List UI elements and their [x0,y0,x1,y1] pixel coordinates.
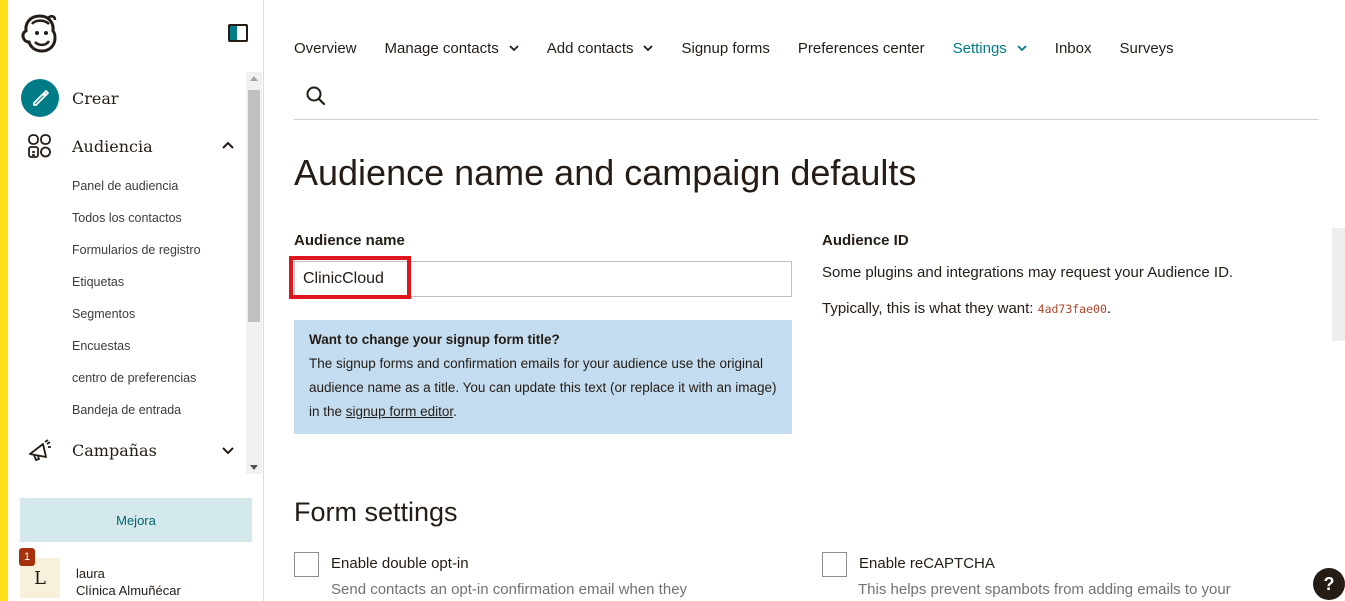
scroll-up-icon[interactable] [250,76,258,81]
audience-tabs: Overview Manage contacts Add contacts Si… [294,38,1202,58]
double-optin-label[interactable]: Enable double opt-in [331,555,469,572]
audience-name-input[interactable] [294,261,792,297]
sidebar-item-audience[interactable]: Audiencia [20,126,240,166]
signup-form-editor-link[interactable]: signup form editor [346,404,453,419]
sidebar-nav: Crear Audiencia Panel de audiencia Todos… [8,72,246,474]
upgrade-button[interactable]: Mejora [20,498,252,542]
scroll-down-icon[interactable] [250,465,258,470]
sidebar-item-create[interactable]: Crear [20,78,240,118]
form-settings-title: Form settings [294,497,458,527]
audience-icon [20,126,60,166]
panel-toggle-icon [230,26,237,40]
chevron-down-icon [509,45,519,52]
sidebar-subitem-surveys[interactable]: Encuestas [72,336,130,356]
audience-name-label: Audience name [294,232,405,249]
tab-inbox[interactable]: Inbox [1055,40,1092,57]
search-button[interactable] [305,85,327,107]
sidebar-subitem-inbox[interactable]: Bandeja de entrada [72,400,181,420]
recaptcha-label[interactable]: Enable reCAPTCHA [859,555,995,572]
chevron-down-icon [643,45,654,52]
feedback-tab[interactable] [1332,228,1345,341]
search-icon [306,86,326,106]
tab-add-contacts[interactable]: Add contacts [547,40,654,57]
tab-settings[interactable]: Settings [953,40,1027,57]
scrollbar-thumb[interactable] [248,90,260,322]
tab-preferences-center[interactable]: Preferences center [798,40,925,57]
mailchimp-logo-icon[interactable] [20,12,60,54]
audience-id-line: Typically, this is what they want: 4ad73… [822,300,1112,317]
signup-title-info-box: Want to change your signup form title? T… [294,320,792,434]
tab-overview[interactable]: Overview [294,40,357,57]
sidebar-scrollbar[interactable] [246,72,262,474]
user-account[interactable]: L 1 laura Clínica Almuñécar [19,548,252,601]
sidebar-subitem-audience-dashboard[interactable]: Panel de audiencia [72,176,178,196]
chevron-down-icon[interactable] [222,444,234,456]
sidebar: Crear Audiencia Panel de audiencia Todos… [8,0,264,601]
tab-signup-forms[interactable]: Signup forms [681,40,769,57]
sidebar-subitem-segments[interactable]: Segmentos [72,304,135,324]
info-box-title: Want to change your signup form title? [309,332,560,347]
chevron-up-icon[interactable] [222,140,234,152]
megaphone-icon [20,430,60,470]
notification-badge[interactable]: 1 [19,548,35,566]
user-name: laura [76,566,105,581]
sidebar-item-label: Campañas [72,440,157,460]
sidebar-item-label: Crear [72,88,119,108]
nav-divider [294,119,1319,120]
tab-surveys[interactable]: Surveys [1120,40,1174,57]
tab-manage-contacts[interactable]: Manage contacts [385,40,519,57]
double-optin-checkbox[interactable] [294,552,319,577]
recaptcha-checkbox[interactable] [822,552,847,577]
sidebar-item-label: Audiencia [72,136,153,156]
accent-bar [0,0,8,601]
audience-id-value: 4ad73fae00 [1037,302,1107,316]
chevron-down-icon [1017,45,1027,52]
pencil-icon [21,79,59,117]
sidebar-subitem-all-contacts[interactable]: Todos los contactos [72,208,182,228]
sidebar-subitem-signup-forms[interactable]: Formularios de registro [72,240,201,260]
help-button[interactable]: ? [1313,568,1345,600]
sidebar-item-campaigns[interactable]: Campañas [20,430,240,470]
audience-id-description: Some plugins and integrations may reques… [822,264,1234,281]
user-organization: Clínica Almuñécar [76,583,181,598]
double-optin-description: Send contacts an opt-in confirmation ema… [331,581,688,598]
audience-id-label: Audience ID [822,232,909,249]
sidebar-subitem-tags[interactable]: Etiquetas [72,272,124,292]
page-title: Audience name and campaign defaults [294,152,917,193]
sidebar-subitem-preferences-center[interactable]: centro de preferencias [72,368,196,388]
recaptcha-description: This helps prevent spambots from adding … [858,581,1231,598]
collapse-sidebar-button[interactable] [228,24,248,42]
